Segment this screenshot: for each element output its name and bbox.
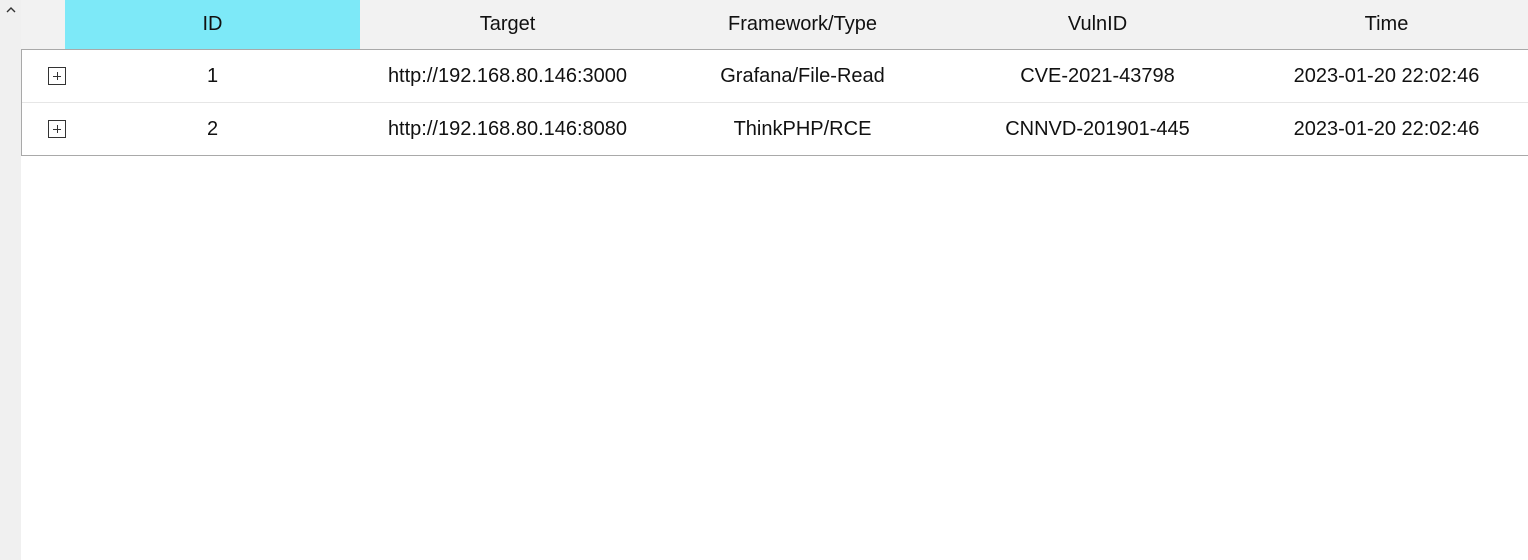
plus-box-icon[interactable]: [48, 120, 66, 138]
cell-id: 1: [206, 64, 219, 87]
cell-time: 2023-01-20 22:02:46: [1293, 117, 1480, 140]
left-scroll-gutter[interactable]: [0, 0, 21, 560]
table-row[interactable]: 2 http://192.168.80.146:8080 ThinkPHP/RC…: [22, 103, 1528, 155]
column-header-framework[interactable]: Framework/Type: [655, 0, 950, 49]
column-header-vulnid[interactable]: VulnID: [950, 0, 1245, 49]
cell-id: 2: [206, 117, 219, 140]
chevron-up-icon[interactable]: [0, 0, 21, 20]
column-header-id[interactable]: ID: [65, 0, 360, 49]
cell-framework: ThinkPHP/RCE: [733, 117, 872, 140]
cell-vulnid: CVE-2021-43798: [1020, 64, 1175, 87]
table-header: ID Target Framework/Type VulnID Time: [21, 0, 1528, 50]
results-table: 1 http://192.168.80.146:3000 Grafana/Fil…: [21, 50, 1528, 156]
cell-framework: Grafana/File-Read: [720, 64, 885, 87]
cell-target: http://192.168.80.146:8080: [387, 117, 628, 140]
table-row[interactable]: 1 http://192.168.80.146:3000 Grafana/Fil…: [22, 50, 1528, 103]
column-header-target[interactable]: Target: [360, 0, 655, 49]
column-header-time[interactable]: Time: [1245, 0, 1528, 49]
cell-vulnid: CNNVD-201901-445: [1005, 117, 1190, 140]
cell-target: http://192.168.80.146:3000: [387, 64, 628, 87]
cell-time: 2023-01-20 22:02:46: [1293, 64, 1480, 87]
plus-box-icon[interactable]: [48, 67, 66, 85]
results-window: ID Target Framework/Type VulnID Time 1 h…: [0, 0, 1528, 560]
